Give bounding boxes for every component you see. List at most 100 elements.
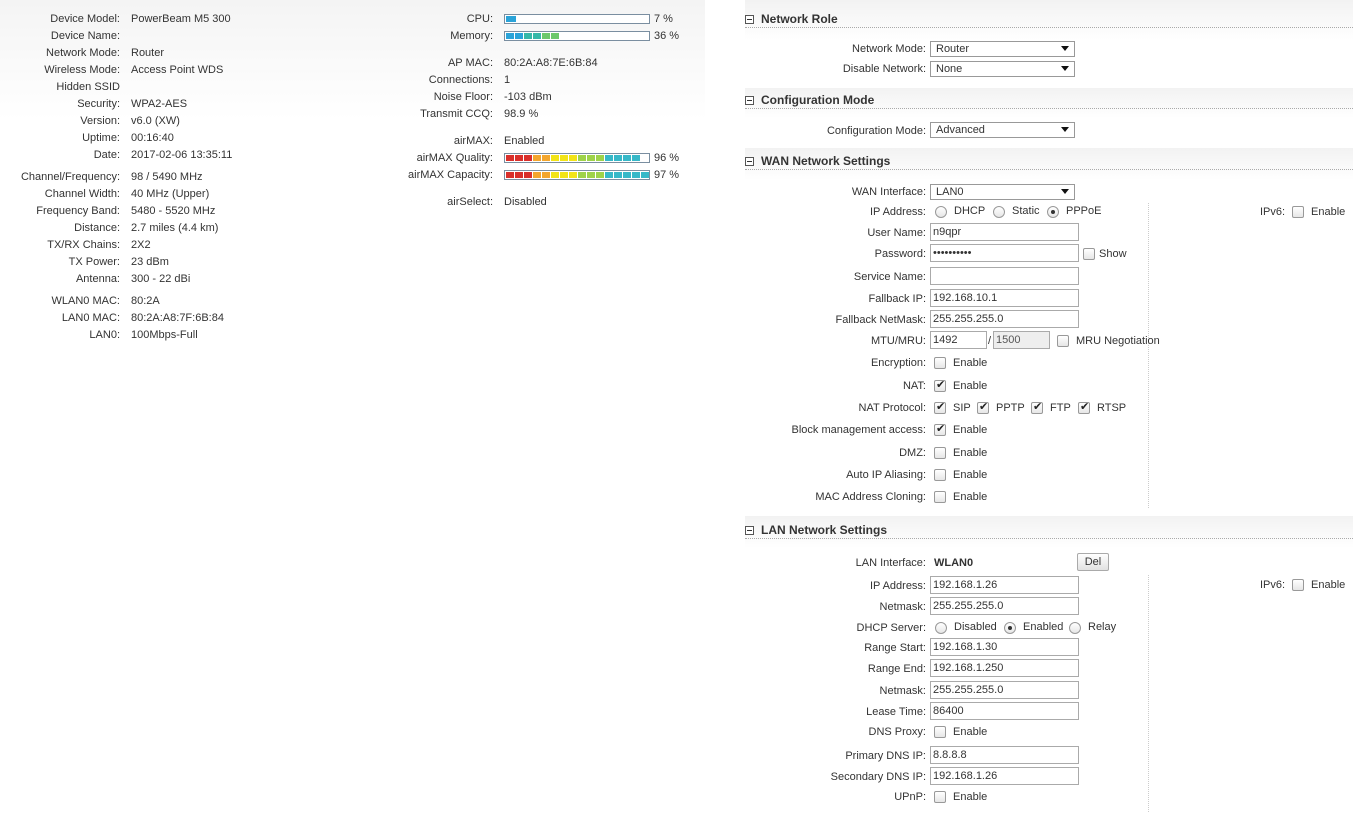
wan-ip-dhcp-radio[interactable] <box>935 206 947 218</box>
dhcp-relay-radio[interactable] <box>1069 622 1081 634</box>
device-info-label: TX/RX Chains: <box>47 239 120 251</box>
bar-segment <box>542 172 550 178</box>
wireless-info-value: -103 dBm <box>504 91 552 103</box>
block-mgmt-checkbox[interactable] <box>934 422 946 436</box>
fallback-netmask-label: Fallback NetMask: <box>835 314 926 326</box>
network-role-title: Network Role <box>761 12 838 26</box>
primary-dns-input[interactable]: 8.8.8.8 <box>930 746 1079 764</box>
airmax-quality-value: 96 % <box>654 152 680 164</box>
bar-segment <box>506 155 514 161</box>
section-divider <box>745 108 1353 109</box>
bar-segment <box>605 155 613 161</box>
configuration-mode-label: Configuration Mode: <box>826 125 926 137</box>
network-mode-label: Network Mode: <box>852 43 926 55</box>
wan-ip-static-label: Static <box>1012 205 1040 217</box>
bar-segment <box>578 155 586 161</box>
nat-sip-label: SIP <box>953 402 971 414</box>
wan-interface-select[interactable]: LAN0 <box>930 184 1075 200</box>
nat-rtsp-checkbox[interactable] <box>1078 400 1090 414</box>
configuration-mode-value: Advanced <box>936 124 985 136</box>
nat-ftp-checkbox[interactable] <box>1031 400 1043 414</box>
device-info-value: 2.7 miles (4.4 km) <box>131 222 219 234</box>
show-password-checkbox[interactable] <box>1083 248 1095 260</box>
secondary-dns-input[interactable]: 192.168.1.26 <box>930 767 1079 785</box>
wan-settings-header[interactable]: WAN Network Settings <box>745 153 890 169</box>
dhcp-netmask-input[interactable]: 255.255.255.0 <box>930 681 1079 699</box>
device-info-label: Device Model: <box>50 13 120 25</box>
service-name-label: Service Name: <box>853 271 926 283</box>
auto-ip-aliasing-checkbox[interactable] <box>934 469 946 481</box>
mtu-input[interactable]: 1492 <box>930 331 987 349</box>
encryption-checkbox[interactable] <box>934 357 946 369</box>
lan-settings-header[interactable]: LAN Network Settings <box>745 522 887 538</box>
network-role-header[interactable]: Network Role <box>745 11 838 27</box>
nat-sip-checkbox[interactable] <box>934 400 946 414</box>
configuration-mode-header[interactable]: Configuration Mode <box>745 92 874 108</box>
lan-interface-value: WLAN0 <box>934 557 974 569</box>
password-input[interactable]: •••••••••• <box>930 244 1079 262</box>
collapse-icon[interactable] <box>745 14 754 24</box>
device-info-value: 2X2 <box>131 239 151 251</box>
nat-pptp-checkbox[interactable] <box>977 400 989 414</box>
wan-ipv6-checkbox[interactable] <box>1292 206 1304 218</box>
collapse-icon[interactable] <box>745 525 754 535</box>
airselect-label: airSelect: <box>447 196 493 208</box>
device-info-label: Version: <box>80 115 120 127</box>
device-info-label: Network Mode: <box>46 47 120 59</box>
mru-negotiation-checkbox[interactable] <box>1057 335 1069 347</box>
range-end-input[interactable]: 192.168.1.250 <box>930 659 1079 677</box>
dhcp-enabled-radio[interactable] <box>1004 622 1016 634</box>
wan-ip-dhcp-label: DHCP <box>954 205 986 217</box>
dns-proxy-enable-label: Enable <box>953 726 988 738</box>
wan-ip-static-radio[interactable] <box>993 206 1005 218</box>
bar-segment <box>533 155 541 161</box>
service-name-input[interactable] <box>930 267 1079 285</box>
fallback-netmask-input[interactable]: 255.255.255.0 <box>930 310 1079 328</box>
disable-network-select[interactable]: None <box>930 61 1075 77</box>
section-divider <box>745 538 1353 539</box>
device-info-label: Security: <box>77 98 120 110</box>
wireless-info-value: 98.9 % <box>504 108 539 120</box>
dmz-checkbox[interactable] <box>934 447 946 459</box>
device-info-value: 80:2A <box>131 295 160 307</box>
collapse-icon[interactable] <box>745 95 754 105</box>
fallback-ip-input[interactable]: 192.168.10.1 <box>930 289 1079 307</box>
bar-segment <box>605 172 613 178</box>
section-divider <box>745 169 1353 170</box>
configuration-mode-select[interactable]: Advanced <box>930 122 1075 138</box>
del-button[interactable]: Del <box>1077 553 1109 571</box>
device-info-label: LAN0: <box>89 329 120 341</box>
nat-checkbox[interactable] <box>934 378 946 392</box>
lease-time-input[interactable]: 86400 <box>930 702 1079 720</box>
dhcp-disabled-radio[interactable] <box>935 622 947 634</box>
dmz-enable-label: Enable <box>953 447 988 459</box>
lan-ipv6-checkbox[interactable] <box>1292 579 1304 591</box>
username-input[interactable]: n9qpr <box>930 223 1079 241</box>
lan-interface-label: LAN Interface: <box>855 557 926 569</box>
disable-network-value: None <box>936 63 963 75</box>
range-start-input[interactable]: 192.168.1.30 <box>930 638 1079 656</box>
wireless-info-label: Noise Floor: <box>433 91 493 103</box>
device-info-label: LAN0 MAC: <box>61 312 120 324</box>
network-mode-select[interactable]: Router <box>930 41 1075 57</box>
bar-segment <box>578 172 586 178</box>
lan-netmask-input[interactable]: 255.255.255.0 <box>930 597 1079 615</box>
bar-segment <box>515 172 523 178</box>
upnp-checkbox[interactable] <box>934 791 946 803</box>
collapse-icon[interactable] <box>745 156 754 166</box>
wan-ip-pppoe-label: PPPoE <box>1066 205 1102 217</box>
mtu-mru-label: MTU/MRU: <box>871 335 926 347</box>
dns-proxy-checkbox[interactable] <box>934 726 946 738</box>
range-start-label: Range Start: <box>864 642 926 654</box>
mac-cloning-checkbox[interactable] <box>934 491 946 503</box>
mtu-separator: / <box>988 335 992 347</box>
wan-ip-pppoe-radio[interactable] <box>1047 206 1059 218</box>
wan-interface-value: LAN0 <box>936 186 964 198</box>
dropdown-arrow-icon <box>1061 127 1069 132</box>
wan-ipv6-label: IPv6: <box>1260 206 1286 218</box>
lan-ip-address-input[interactable]: 192.168.1.26 <box>930 576 1079 594</box>
bar-segment <box>515 155 523 161</box>
wireless-info-label: airMAX: <box>453 135 493 147</box>
lan-ip-address-label: IP Address: <box>869 580 926 592</box>
device-info-value: WPA2-AES <box>131 98 188 110</box>
